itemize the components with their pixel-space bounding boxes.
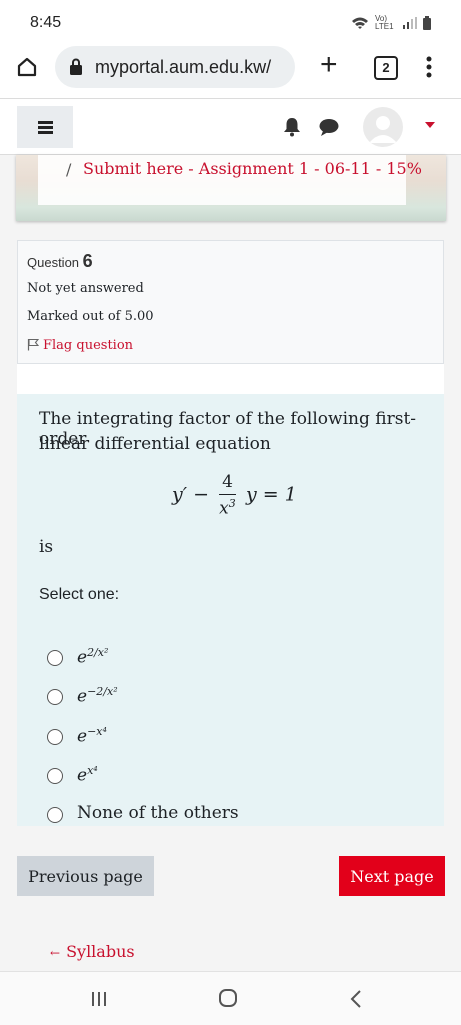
wifi-icon (352, 17, 368, 29)
answer-option-3[interactable]: e−x⁴ (47, 725, 347, 749)
answer-option-4[interactable]: ex⁴ (47, 764, 347, 788)
denominator-exponent: 3 (228, 497, 236, 510)
android-navigation-bar (0, 971, 461, 1025)
question-container: The integrating factor of the following … (17, 364, 444, 826)
denominator-base: x (219, 498, 229, 519)
question-number-label: Question 6 (27, 251, 93, 272)
answer-label-3[interactable]: e−x⁴ (77, 725, 107, 747)
answer-option-5[interactable]: None of the others (47, 803, 347, 827)
user-menu-caret-icon[interactable] (425, 122, 435, 128)
answer-label-2[interactable]: e−2/x² (77, 685, 118, 707)
site-navbar (0, 98, 461, 155)
question-text-line2: linear differential equation (39, 434, 271, 454)
equation-rhs: y = 1 (245, 483, 297, 506)
answer-option-1[interactable]: e2/x² (47, 646, 347, 670)
answer-radio-2[interactable] (47, 689, 63, 705)
signal-icon (403, 17, 417, 29)
breadcrumb-link-assignment[interactable]: Submit here - Assignment 1 - 06-11 - 15% (83, 159, 422, 178)
question-formulation: The integrating factor of the following … (17, 394, 444, 826)
status-time: 8:45 (30, 14, 62, 31)
notification-bell-icon[interactable] (283, 117, 301, 137)
flag-question-link[interactable]: Flag question (27, 338, 133, 353)
answer-radio-4[interactable] (47, 768, 63, 784)
flag-question-text: Flag question (43, 338, 134, 353)
next-page-button[interactable]: Next page (339, 856, 445, 896)
breadcrumb-separator: / (66, 160, 72, 179)
answer-label-1[interactable]: e2/x² (77, 646, 108, 668)
question-label-text: Question (27, 255, 80, 270)
answer-radio-5[interactable] (47, 807, 63, 823)
tab-switcher-button[interactable]: 2 (374, 56, 398, 80)
battery-icon (423, 16, 431, 30)
flag-icon (27, 338, 40, 351)
fraction-numerator: 4 (219, 472, 236, 495)
menu-toggle-button[interactable] (17, 106, 73, 148)
previous-page-button[interactable]: Previous page (17, 856, 154, 896)
syllabus-link[interactable]: ← Syllabus (50, 942, 135, 961)
question-grade: Marked out of 5.00 (27, 309, 154, 324)
address-bar[interactable]: myportal.aum.edu.kw/ (55, 46, 295, 88)
select-one-label: Select one: (39, 586, 120, 603)
question-state: Not yet answered (27, 281, 144, 296)
network-label: Vo) LTE1 (375, 14, 394, 31)
url-text: myportal.aum.edu.kw/ (95, 57, 272, 77)
user-avatar[interactable] (363, 107, 403, 147)
recent-apps-icon[interactable] (90, 990, 108, 1008)
status-icons: Vo) LTE1 (351, 15, 431, 31)
differential-equation: y′ − 4 x3 y = 1 (172, 472, 297, 519)
browser-toolbar: myportal.aum.edu.kw/ + 2 (0, 46, 461, 98)
syllabus-link-text: Syllabus (66, 942, 135, 961)
fraction-denominator: x3 (219, 495, 236, 519)
messages-icon[interactable] (319, 119, 339, 136)
answer-label-4[interactable]: ex⁴ (77, 764, 98, 786)
home-icon[interactable] (16, 56, 38, 78)
answer-option-2[interactable]: e−2/x² (47, 685, 347, 709)
question-text-is: is (39, 537, 54, 557)
more-menu-icon[interactable] (424, 56, 434, 78)
answer-radio-1[interactable] (47, 650, 63, 666)
home-button-icon[interactable] (218, 988, 238, 1008)
equation-lhs: y′ − (172, 483, 210, 506)
equation-fraction: 4 x3 (219, 472, 236, 519)
course-header-banner: / Submit here - Assignment 1 - 06-11 - 1… (16, 155, 446, 221)
answer-radio-3[interactable] (47, 729, 63, 745)
answer-label-5[interactable]: None of the others (77, 803, 239, 823)
question-info-panel: Question 6 Not yet answered Marked out o… (17, 240, 444, 364)
lock-icon (70, 58, 82, 75)
back-icon[interactable] (349, 989, 363, 1009)
left-arrow-icon: ← (50, 946, 61, 960)
question-number: 6 (82, 251, 93, 271)
breadcrumb: / Submit here - Assignment 1 - 06-11 - 1… (38, 155, 422, 205)
user-icon (369, 116, 397, 143)
new-tab-button[interactable]: + (320, 48, 338, 82)
status-bar: 8:45 Vo) LTE1 (0, 0, 461, 46)
